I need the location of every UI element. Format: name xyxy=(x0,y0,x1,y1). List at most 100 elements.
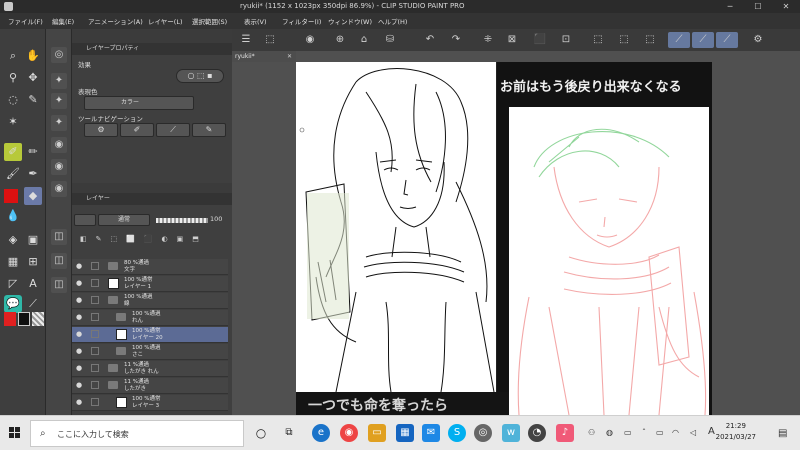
folder-icon[interactable] xyxy=(108,296,118,304)
battery-icon[interactable]: ▭ xyxy=(656,428,664,437)
color-wheel-icon[interactable]: ◉ xyxy=(51,137,67,153)
folder-icon[interactable] xyxy=(108,381,118,389)
layer-row[interactable]: ● 100 %通過 さこ xyxy=(72,344,228,360)
balloon-tool-icon[interactable]: 💬 xyxy=(4,295,22,313)
eye-icon[interactable]: ● xyxy=(76,347,82,355)
eye-icon[interactable]: ● xyxy=(76,296,82,304)
main-color-swatch[interactable] xyxy=(4,312,16,326)
pen-layer-button[interactable]: ✎ xyxy=(192,123,226,137)
menu-animation[interactable]: アニメーション(A) xyxy=(88,16,143,26)
zoom-tool-icon[interactable]: ⌕ xyxy=(4,47,22,65)
menu-file[interactable]: ファイル(F) xyxy=(8,16,43,26)
operation-tool-icon[interactable]: ⚲ xyxy=(4,69,22,87)
eye-icon[interactable]: ● xyxy=(76,262,82,270)
effect-buttons[interactable]: ○ ⬚ ▪ xyxy=(176,69,224,83)
cortana-icon[interactable]: ○ xyxy=(252,424,270,442)
eyedropper-tool-icon[interactable]: ✎ xyxy=(24,91,42,109)
folder-icon[interactable] xyxy=(116,347,126,355)
network-icon[interactable]: ◍ xyxy=(606,428,613,437)
mail-icon[interactable]: ✉ xyxy=(422,424,440,442)
ruler-tool-icon[interactable]: ◸ xyxy=(4,275,22,293)
brush-size-icon[interactable]: ✦ xyxy=(51,115,67,131)
itunes-icon[interactable]: ♪ xyxy=(556,424,574,442)
chrome-icon[interactable]: ◉ xyxy=(340,424,358,442)
snap-special-icon[interactable]: ⟋ xyxy=(692,32,714,48)
wifi-icon[interactable]: ◠ xyxy=(672,428,679,437)
pen-tool-icon[interactable]: ✐ xyxy=(4,143,22,161)
settings-icon[interactable]: ⚙ xyxy=(750,32,766,48)
people-icon[interactable]: ⚇ xyxy=(588,428,595,437)
layer-row[interactable]: ● 11 %通過 したがき xyxy=(72,378,228,394)
layer-search-icon[interactable]: ◫ xyxy=(51,253,67,269)
fill-tool-icon[interactable]: ◈ xyxy=(4,231,22,249)
navigator-icon[interactable]: ◎ xyxy=(51,47,67,63)
edit-layer-button[interactable]: ✐ xyxy=(120,123,154,137)
hand-tool-icon[interactable]: ✋ xyxy=(24,47,42,65)
color-history-icon[interactable]: ◉ xyxy=(51,181,67,197)
line-correction-tool-icon[interactable]: ⟋ xyxy=(24,295,42,313)
gradient-tool-icon[interactable]: ▣ xyxy=(24,231,42,249)
folder-icon[interactable] xyxy=(108,364,118,372)
animation-icon[interactable]: ◫ xyxy=(51,277,67,293)
special-ruler-icon[interactable]: ⬚ xyxy=(642,32,658,48)
figure-tool-icon[interactable]: ▦ xyxy=(4,253,22,271)
layer-row[interactable]: ● 100 %通常 レイヤー 3 xyxy=(72,395,228,411)
fill-icon[interactable]: ⬛ xyxy=(532,32,548,48)
folder-icon[interactable] xyxy=(108,262,118,270)
menu-help[interactable]: ヘルプ(H) xyxy=(378,16,407,26)
eye-icon[interactable]: ● xyxy=(76,313,82,321)
eye-icon[interactable]: ● xyxy=(76,330,82,338)
clear-icon[interactable]: ⊠ xyxy=(504,32,520,48)
close-tab-icon[interactable]: ✕ xyxy=(287,51,292,62)
lock-toggle[interactable] xyxy=(91,381,99,389)
record-icon[interactable]: ◉ xyxy=(302,32,318,48)
layer-row[interactable]: ● 100 %通過 線 xyxy=(72,293,228,309)
close-button[interactable]: ✕ xyxy=(772,0,800,13)
word-app-icon[interactable]: w xyxy=(502,424,520,442)
deselect-icon[interactable]: ⁜ xyxy=(480,32,496,48)
frame-tool-icon[interactable]: ⊞ xyxy=(24,253,42,271)
maximize-button[interactable]: ☐ xyxy=(744,0,772,13)
tray-app-icon[interactable]: ▭ xyxy=(624,428,632,437)
magic-wand-tool-icon[interactable]: ✶ xyxy=(4,113,22,131)
skype-icon[interactable]: S xyxy=(448,424,466,442)
move-layer-tool-icon[interactable]: ✥ xyxy=(24,69,42,87)
document-tab[interactable]: ryukii* ✕ xyxy=(232,51,296,62)
sub-tool-icon[interactable]: ✦ xyxy=(51,73,67,89)
menu-layer[interactable]: レイヤー(L) xyxy=(148,16,183,26)
lock-toggle[interactable] xyxy=(91,330,99,338)
start-button[interactable] xyxy=(0,416,30,450)
pencil-tool-icon[interactable]: ✏ xyxy=(24,143,42,161)
redo-icon[interactable]: ↷ xyxy=(448,32,464,48)
layer-color-button[interactable] xyxy=(74,214,96,226)
show-selection-icon[interactable]: ⬚ xyxy=(590,32,606,48)
lock-toggle[interactable] xyxy=(91,313,99,321)
sub-color-swatch[interactable] xyxy=(18,312,30,326)
material-icon[interactable]: ◫ xyxy=(51,229,67,245)
menu-edit[interactable]: 編集(E) xyxy=(52,16,74,26)
clip-studio-icon[interactable]: ◔ xyxy=(528,424,546,442)
tool-property-icon[interactable]: ✦ xyxy=(51,93,67,109)
line-layer-button[interactable]: ⟋ xyxy=(156,123,190,137)
lock-toggle[interactable] xyxy=(91,279,99,287)
lock-toggle[interactable] xyxy=(91,347,99,355)
lock-toggle[interactable] xyxy=(91,296,99,304)
color-set-icon[interactable]: ◉ xyxy=(51,159,67,175)
eye-icon[interactable]: ● xyxy=(76,381,82,389)
opacity-value[interactable]: 100 xyxy=(210,215,222,223)
layer-row[interactable]: ● 100 %通常 レイヤー 20 xyxy=(72,327,228,343)
layer-row[interactable]: ● 80 %通過 文字 xyxy=(72,259,228,275)
menu-view[interactable]: 表示(V) xyxy=(244,16,267,26)
text-tool-icon[interactable]: A xyxy=(24,275,42,293)
snap-ruler-icon[interactable]: ⟋ xyxy=(668,32,690,48)
transform-icon[interactable]: ⊡ xyxy=(558,32,574,48)
eye-icon[interactable]: ● xyxy=(76,364,82,372)
taskbar-search-input[interactable]: ⌕ ここに入力して検索 xyxy=(30,420,244,447)
edge-icon[interactable]: e xyxy=(312,424,330,442)
app-swirl-icon[interactable]: ◎ xyxy=(474,424,492,442)
open-icon[interactable]: ⌂ xyxy=(356,32,372,48)
minimize-button[interactable]: ─ xyxy=(716,0,744,13)
store-icon[interactable]: ▦ xyxy=(396,424,414,442)
eraser-tool-icon[interactable]: ◆ xyxy=(24,187,42,205)
lasso-tool-icon[interactable]: ◌ xyxy=(4,91,22,109)
